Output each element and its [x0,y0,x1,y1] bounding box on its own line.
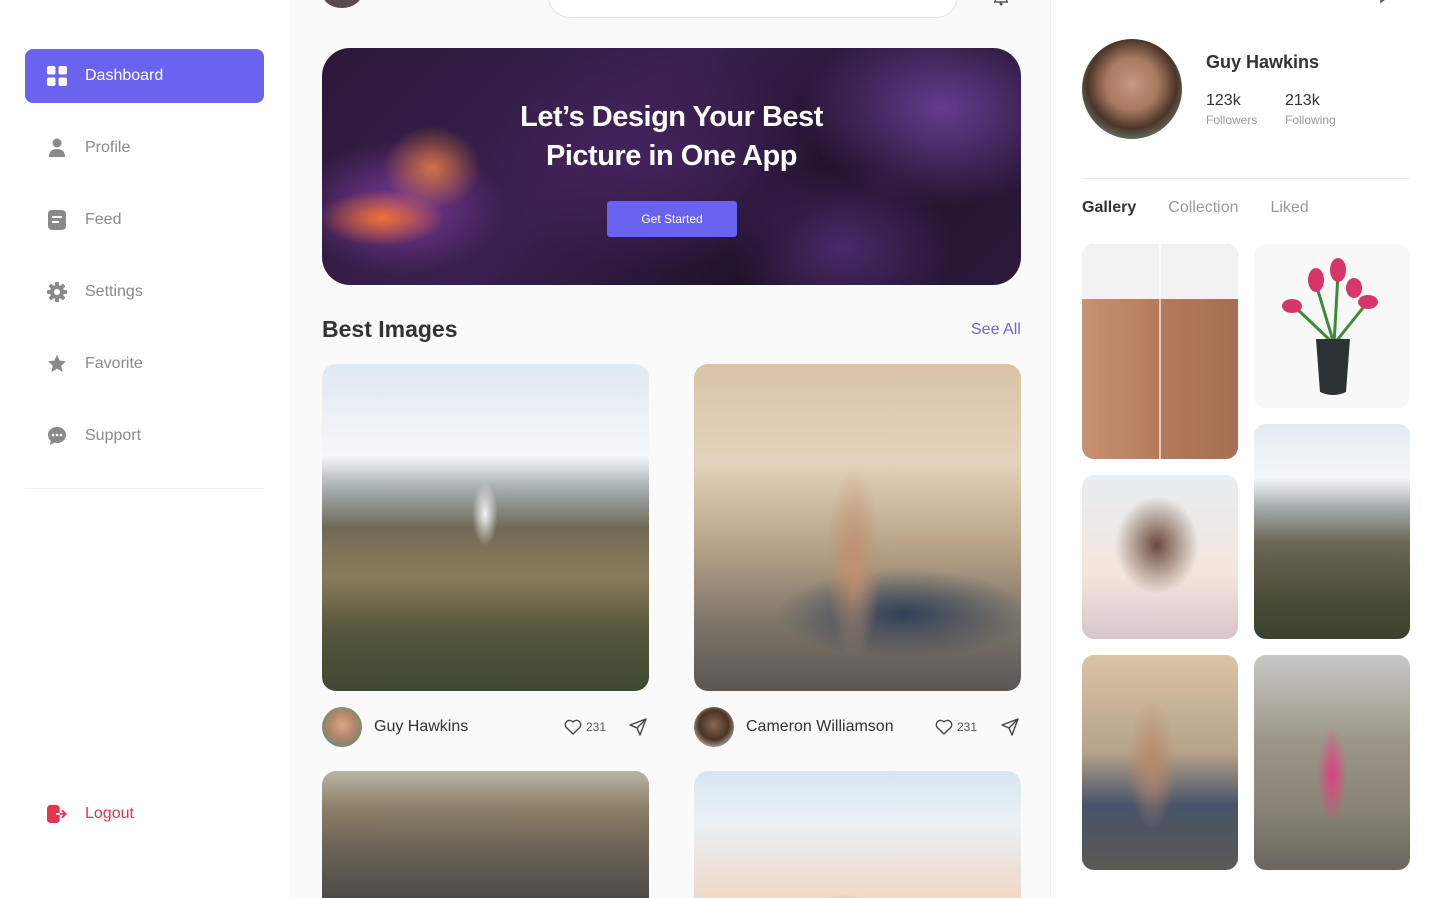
card-author[interactable]: Cameron Williamson [694,707,894,747]
sidebar-item-settings[interactable]: Settings [25,265,264,319]
feed-icon [47,210,67,230]
tab-gallery[interactable]: Gallery [1082,199,1136,217]
gear-icon [47,282,67,302]
heart-icon [564,719,582,735]
profile-name: Guy Hawkins [1206,52,1320,72]
following-stat[interactable]: 213k Following [1285,92,1336,127]
dashboard-icon [47,66,67,86]
card-image-woman-car[interactable] [694,364,1021,691]
sidebar-nav: Dashboard Profile Feed Settings Favorite [25,49,264,481]
get-started-button[interactable]: Get Started [607,201,737,237]
gallery-image-crowd[interactable] [1254,655,1410,870]
like-button[interactable]: 231 [935,719,977,735]
like-count: 231 [586,720,607,734]
gallery-image-face[interactable] [1082,244,1238,459]
gallery-image-tulips[interactable] [1254,244,1410,408]
following-count: 213k [1285,92,1320,109]
sidebar-item-label: Favorite [85,355,143,372]
sidebar-item-dashboard[interactable]: Dashboard [25,49,264,103]
sidebar-item-support[interactable]: Support [25,409,264,463]
sidebar-item-label: Settings [85,283,143,300]
profile-avatar[interactable] [1082,39,1182,139]
followers-count: 123k [1206,92,1241,109]
tab-collection[interactable]: Collection [1168,199,1238,217]
gallery-image-girl[interactable] [1082,475,1238,639]
sidebar-item-label: Support [85,427,142,444]
hero-banner: Let’s Design Your Best Picture in One Ap… [322,48,1021,285]
card-image-astronaut[interactable] [322,364,649,691]
share-icon[interactable] [629,718,647,741]
like-button[interactable]: 231 [564,719,606,735]
logout-label: Logout [85,805,134,822]
notification-icon[interactable] [993,0,1009,6]
sidebar-item-label: Dashboard [85,67,164,84]
star-icon [47,354,67,374]
sidebar-item-profile[interactable]: Profile [25,121,264,175]
panel-divider [1082,178,1409,179]
main-content: Let’s Design Your Best Picture in One Ap… [290,0,1050,898]
gallery-image-astronaut[interactable] [1254,424,1410,639]
hero-title: Let’s Design Your Best Picture in One Ap… [322,98,1021,176]
sidebar: Dashboard Profile Feed Settings Favorite [0,0,290,898]
hero-title-line1: Let’s Design Your Best [520,101,823,133]
sidebar-item-feed[interactable]: Feed [25,193,264,247]
share-icon[interactable] [1001,718,1019,741]
search-input[interactable] [548,0,958,18]
gallery-image-woman-car[interactable] [1082,655,1238,870]
tulip-illustration [1282,258,1378,395]
following-label: Following [1285,113,1336,127]
avatar [322,707,362,747]
card-image-portrait[interactable] [694,771,1021,898]
card-author[interactable]: Guy Hawkins [322,707,468,747]
tab-liked[interactable]: Liked [1271,199,1309,217]
author-name: Guy Hawkins [374,718,469,735]
avatar[interactable] [322,0,362,8]
avatar [694,707,734,747]
hero-title-line2: Picture in One App [546,140,797,172]
message-icon[interactable] [1378,0,1402,9]
sidebar-item-label: Feed [85,211,122,228]
followers-label: Followers [1206,113,1258,127]
heart-icon [935,719,953,735]
card-image-crowd[interactable] [322,771,649,898]
sidebar-item-label: Profile [85,139,131,156]
logout-button[interactable]: Logout [25,787,264,841]
section-title: Best Images [322,316,458,342]
like-count: 231 [957,720,978,734]
see-all-link[interactable]: See All [971,321,1021,339]
sidebar-item-favorite[interactable]: Favorite [25,337,264,391]
gallery-tabs: Gallery Collection Liked [1082,199,1341,217]
user-icon [47,138,67,158]
profile-panel: Guy Hawkins 123k Followers 213k Followin… [1050,0,1440,898]
sidebar-divider [25,488,264,489]
author-name: Cameron Williamson [746,718,894,735]
followers-stat[interactable]: 123k Followers [1206,92,1257,127]
logout-icon [47,804,67,824]
chat-bubble-icon [47,426,67,446]
